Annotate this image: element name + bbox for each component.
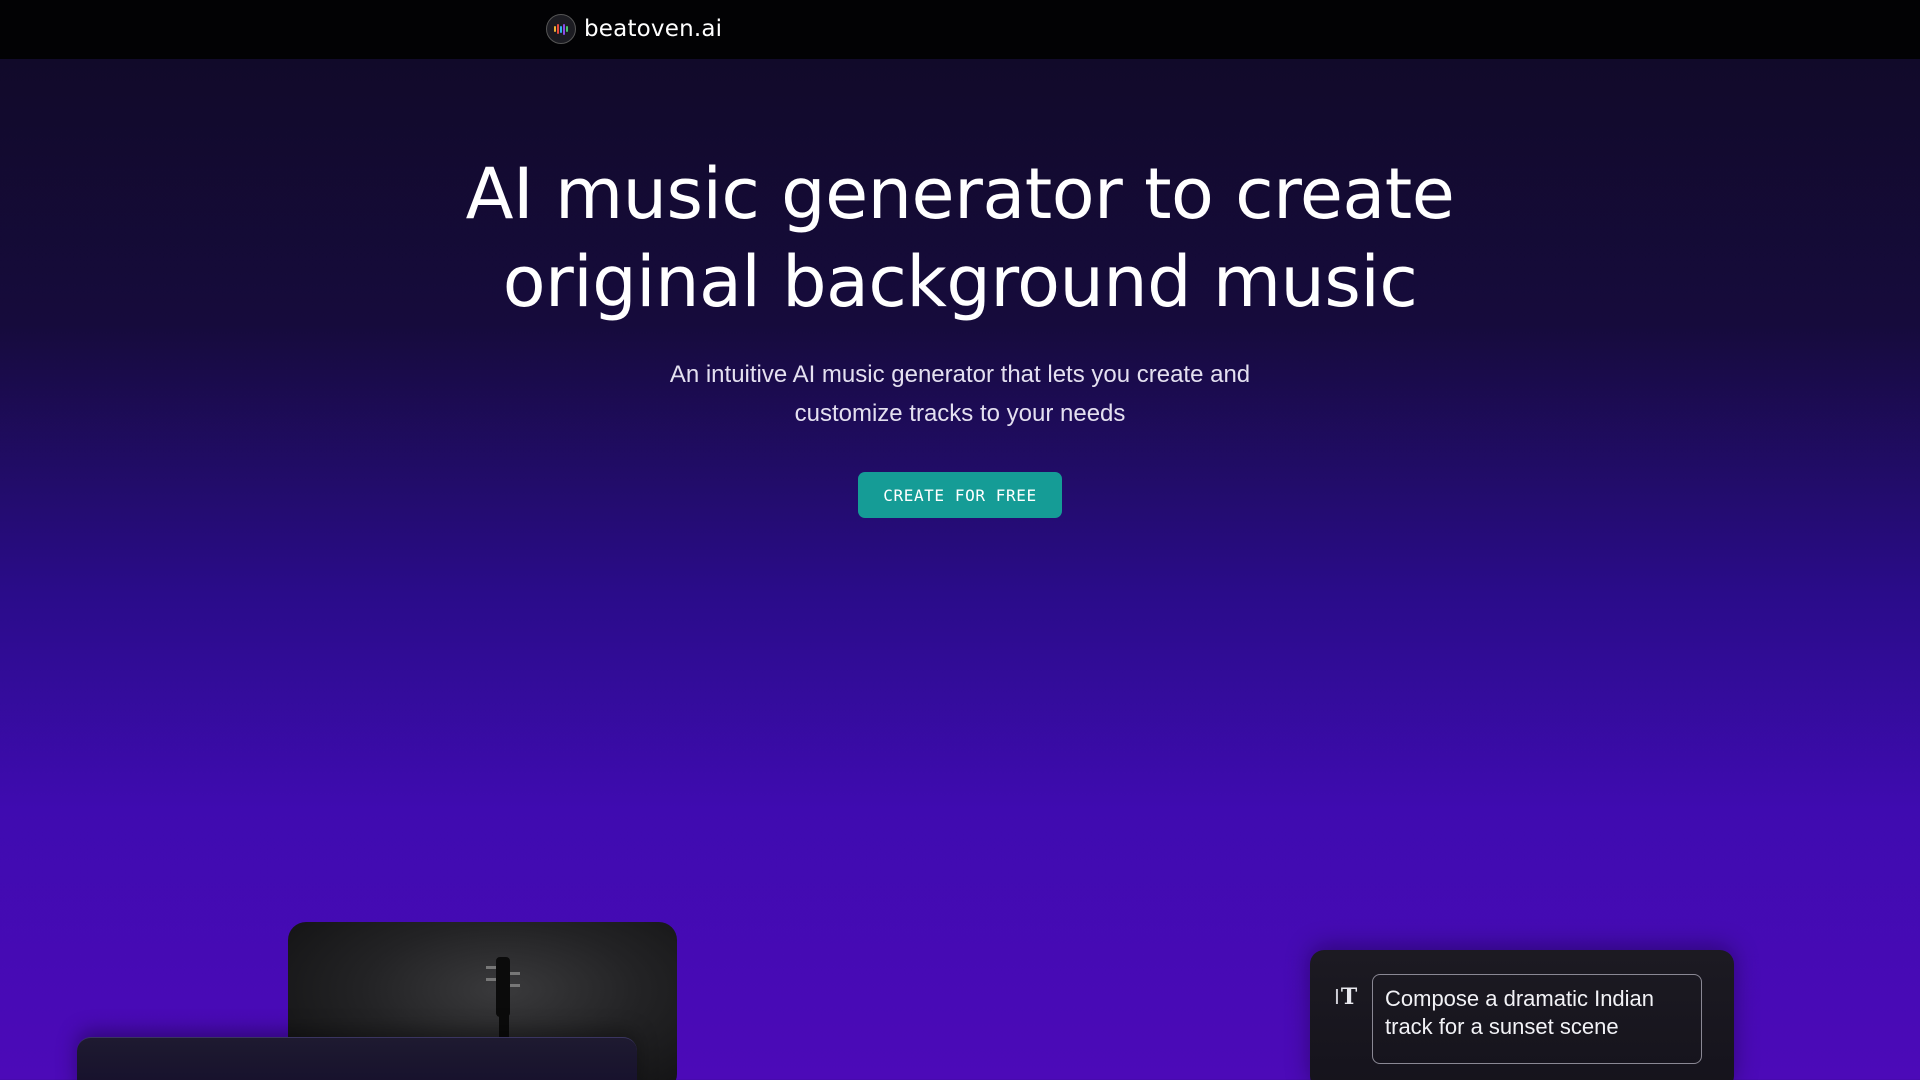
text-tool-icon: IT	[1334, 984, 1358, 1010]
hero-subtitle-line-1: An intuitive AI music generator that let…	[669, 361, 1251, 388]
hero-subtitle: An intuitive AI music generator that let…	[0, 355, 1920, 433]
top-navigation-bar: beatoven.ai	[0, 0, 1920, 59]
guitar-peg	[486, 966, 496, 969]
hero-title-line-1: AI music generator to create	[465, 153, 1455, 235]
prompt-text-line-1: Compose a dramatic Indian	[1385, 986, 1655, 1011]
guitar-silhouette	[496, 957, 510, 1017]
guitar-peg	[486, 978, 496, 981]
prompt-input[interactable]: Compose a dramatic Indian track for a su…	[1372, 974, 1702, 1064]
guitar-peg	[510, 984, 520, 987]
hero-subtitle-line-2: customize tracks to your needs	[794, 400, 1126, 427]
brand-logo-link[interactable]: beatoven.ai	[546, 13, 722, 45]
hero-title: AI music generator to create original ba…	[0, 150, 1920, 326]
hero-title-line-2: original background music	[502, 241, 1418, 323]
beatoven-logo-icon	[546, 14, 576, 44]
create-for-free-button[interactable]: CREATE FOR FREE	[858, 472, 1062, 518]
prompt-card: IT Compose a dramatic Indian track for a…	[1310, 950, 1734, 1080]
brand-name: beatoven.ai	[584, 16, 723, 42]
prompt-text-line-2: track for a sunset scene	[1385, 1014, 1619, 1039]
music-player-card	[77, 1037, 637, 1080]
guitar-peg	[510, 972, 520, 975]
